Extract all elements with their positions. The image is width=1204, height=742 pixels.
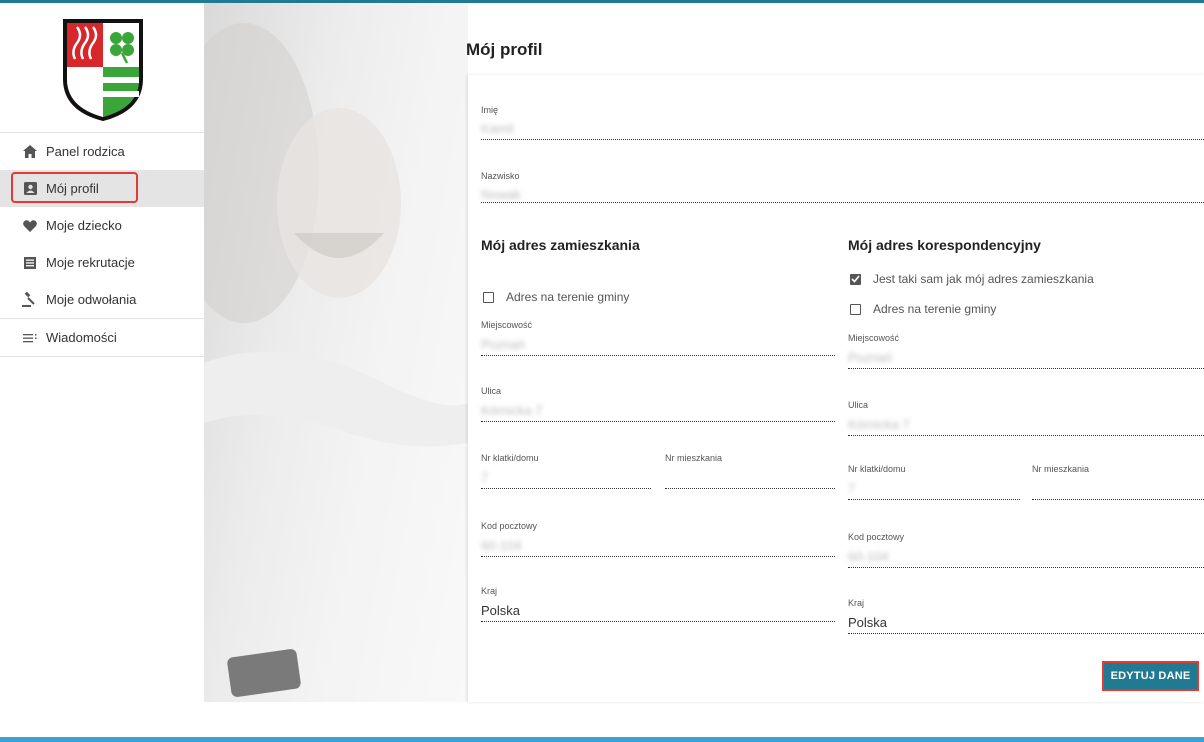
sidebar-item-wiadomosci[interactable]: Wiadomości: [0, 318, 204, 357]
sidebar-item-moje-dziecko[interactable]: Moje dziecko: [0, 207, 204, 244]
field-value: Kórnicka 7: [481, 403, 543, 418]
field-underline: [848, 633, 1204, 634]
correspondence-apartment-field[interactable]: Nr mieszkania: [1032, 464, 1204, 504]
checkbox-unchecked-icon: [850, 303, 861, 315]
correspondence-building-field[interactable]: Nr klatki/domu 7: [848, 464, 1020, 504]
last-name-field[interactable]: Nazwisko Nowak: [481, 171, 1204, 211]
sidebar-item-label: Moje rekrutacje: [46, 255, 135, 270]
first-name-value: Kamil: [481, 121, 514, 136]
sidebar-nav: Panel rodzica Mój profil Moje dziecko Mo…: [0, 132, 204, 357]
profile-card: Imię Kamil Nazwisko Nowak Mój adres zami…: [468, 75, 1204, 702]
field-value: Polska: [848, 615, 888, 630]
field-label: Nr klatki/domu: [481, 453, 539, 463]
correspondence-street-field[interactable]: Ulica Kórnicka 7: [848, 400, 1204, 440]
field-label: Nr mieszkania: [1032, 464, 1090, 474]
correspondence-country-field[interactable]: Kraj Polska: [848, 598, 1204, 638]
field-underline: [481, 421, 835, 422]
sidebar-item-label: Panel rodzica: [46, 144, 125, 159]
field-label: Kod pocztowy: [848, 532, 905, 542]
checkbox-unchecked-icon: [483, 291, 494, 303]
field-underline: [848, 368, 1204, 369]
first-name-underline: [481, 139, 1204, 140]
checkbox-label: Adres na terenie gminy: [506, 290, 630, 304]
sidebar-item-panel-rodzica[interactable]: Panel rodzica: [0, 133, 204, 170]
checkbox-label: Adres na terenie gminy: [873, 302, 997, 316]
home-icon: [22, 144, 38, 160]
residence-section-title: Mój adres zamieszkania: [481, 237, 640, 253]
field-value: 7: [848, 481, 856, 496]
field-underline: [1032, 499, 1204, 500]
field-value: 60-104: [481, 538, 522, 553]
residence-in-commune-checkbox[interactable]: Adres na terenie gminy: [483, 290, 629, 304]
residence-building-field[interactable]: Nr klatki/domu 7: [481, 453, 651, 493]
field-underline: [848, 435, 1204, 436]
sidebar: Panel rodzica Mój profil Moje dziecko Mo…: [0, 3, 204, 702]
page-title: Mój profil: [466, 40, 543, 59]
field-label: Ulica: [848, 400, 869, 410]
field-label: Nr mieszkania: [665, 453, 723, 463]
field-underline: [481, 556, 835, 557]
coat-of-arms-logo: [63, 19, 143, 122]
field-underline: [665, 488, 835, 489]
last-name-value: Nowak: [481, 187, 521, 202]
messages-icon: [22, 330, 38, 346]
correspondence-in-commune-checkbox[interactable]: Adres na terenie gminy: [850, 302, 996, 316]
field-label: Kod pocztowy: [481, 521, 538, 531]
field-underline: [848, 567, 1204, 568]
sidebar-item-label: Wiadomości: [46, 330, 117, 345]
edit-data-button[interactable]: EDYTUJ DANE: [1104, 663, 1197, 689]
residence-apartment-field[interactable]: Nr mieszkania: [665, 453, 835, 493]
same-as-residence-checkbox[interactable]: Jest taki sam jak mój adres zamieszkania: [850, 272, 1094, 286]
residence-country-field[interactable]: Kraj Polska: [481, 586, 835, 626]
last-name-underline: [481, 202, 1204, 203]
first-name-field[interactable]: Imię Kamil: [481, 105, 1204, 145]
residence-postal-code-field[interactable]: Kod pocztowy 60-104: [481, 521, 835, 561]
first-name-label: Imię: [481, 105, 499, 115]
profile-card-icon: [22, 181, 38, 197]
field-label: Miejscowość: [481, 320, 533, 330]
correspondence-postal-code-field[interactable]: Kod pocztowy 60-104: [848, 532, 1204, 572]
checkbox-label: Jest taki sam jak mój adres zamieszkania: [873, 272, 1094, 286]
sidebar-item-moj-profil[interactable]: Mój profil: [0, 170, 204, 207]
field-label: Miejscowość: [848, 333, 900, 343]
background-family-photo: [204, 3, 468, 702]
residence-city-field[interactable]: Miejscowość Poznań: [481, 320, 835, 360]
residence-street-field[interactable]: Ulica Kórnicka 7: [481, 386, 835, 426]
sidebar-item-moje-rekrutacje[interactable]: Moje rekrutacje: [0, 244, 204, 281]
correspondence-city-field[interactable]: Miejscowość Poznań: [848, 333, 1204, 373]
last-name-label: Nazwisko: [481, 171, 520, 181]
correspondence-section-title: Mój adres korespondencyjny: [848, 237, 1041, 253]
list-icon: [22, 255, 38, 271]
field-value: Poznań: [481, 337, 526, 352]
field-value: Polska: [481, 603, 521, 618]
gavel-icon: [22, 292, 38, 308]
field-value: 7: [481, 470, 489, 485]
heart-icon: [22, 218, 38, 234]
field-underline: [481, 355, 835, 356]
bottom-accent-bar: [0, 737, 1204, 742]
field-value: Poznań: [848, 350, 893, 365]
field-value: 60-104: [848, 549, 889, 564]
field-label: Kraj: [848, 598, 865, 608]
sidebar-item-label: Moje odwołania: [46, 292, 137, 307]
sidebar-item-label: Mój profil: [46, 181, 99, 196]
field-underline: [848, 499, 1020, 500]
sidebar-item-label: Moje dziecko: [46, 218, 122, 233]
field-underline: [481, 621, 835, 622]
field-underline: [481, 488, 651, 489]
field-label: Kraj: [481, 586, 498, 596]
sidebar-item-moje-odwolania[interactable]: Moje odwołania: [0, 281, 204, 318]
field-label: Nr klatki/domu: [848, 464, 906, 474]
checkbox-checked-icon: [850, 273, 861, 285]
field-label: Ulica: [481, 386, 502, 396]
field-value: Kórnicka 7: [848, 417, 910, 432]
